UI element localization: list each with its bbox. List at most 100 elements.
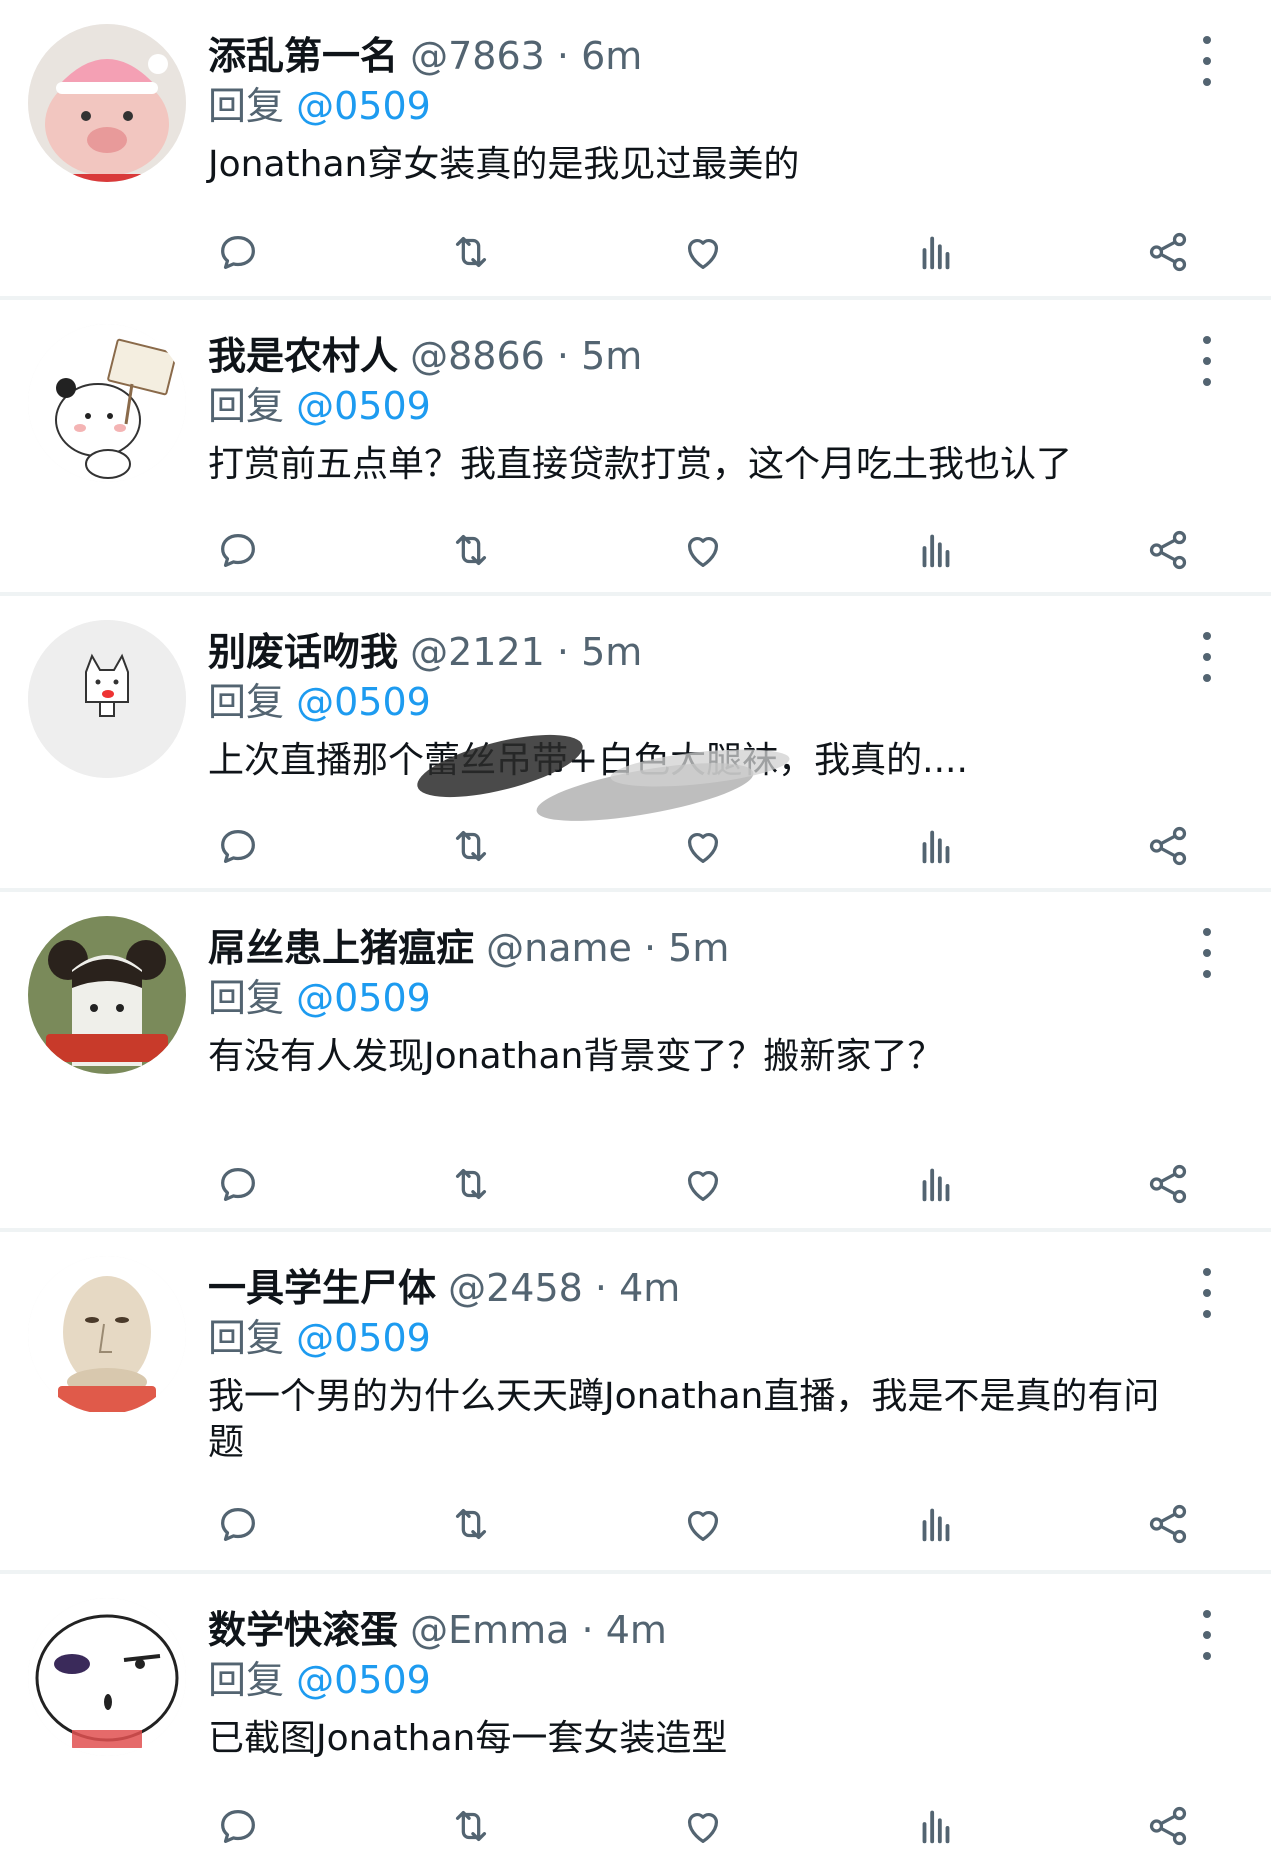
more-options-icon[interactable] [1197, 632, 1217, 682]
display-name[interactable]: 添乱第一名 [208, 34, 398, 78]
reply-mention-link[interactable]: @0509 [296, 1316, 431, 1360]
more-options-icon[interactable] [1197, 336, 1217, 386]
retweet-button[interactable] [441, 816, 501, 876]
avatar[interactable] [28, 24, 186, 182]
tweet-header: 添乱第一名 @7863 · 6m [208, 0, 1191, 78]
reply-label: 回复 [208, 84, 285, 128]
retweet-button[interactable] [441, 520, 501, 580]
reply-tweet[interactable]: 屌丝患上猪瘟症 @name · 5m 回复 @0509 有没有人发现Jonath… [0, 892, 1271, 1228]
reply-icon [221, 1167, 255, 1201]
timestamp[interactable]: 5m [581, 630, 642, 674]
user-handle[interactable]: @7863 [410, 34, 545, 78]
views-button[interactable] [906, 222, 966, 282]
views-button[interactable] [906, 1154, 966, 1214]
reply-button[interactable] [208, 1154, 268, 1214]
reply-button[interactable] [208, 1494, 268, 1554]
display-name[interactable]: 一具学生尸体 [208, 1266, 436, 1310]
views-button[interactable] [906, 1796, 966, 1856]
separator-dot: · [581, 1608, 594, 1652]
views-button[interactable] [906, 520, 966, 580]
user-handle[interactable]: @2458 [448, 1266, 583, 1310]
reply-tweet[interactable]: 一具学生尸体 @2458 · 4m 回复 @0509 我一个男的为什么天天蹲Jo… [0, 1232, 1271, 1570]
avatar[interactable] [28, 620, 186, 778]
tweet-header: 一具学生尸体 @2458 · 4m [208, 1232, 1191, 1310]
share-button[interactable] [1138, 520, 1198, 580]
like-button[interactable] [673, 816, 733, 876]
reply-label: 回复 [208, 384, 285, 428]
user-handle[interactable]: @Emma [410, 1608, 569, 1652]
more-options-icon[interactable] [1197, 928, 1217, 978]
tweet-header: 别废话吻我 @2121 · 5m [208, 596, 1191, 674]
reply-icon [221, 1809, 255, 1843]
like-button[interactable] [673, 1796, 733, 1856]
share-button[interactable] [1138, 816, 1198, 876]
separator-dot: · [594, 1266, 608, 1310]
views-button[interactable] [906, 1494, 966, 1554]
avatar[interactable] [28, 1256, 186, 1414]
share-button[interactable] [1138, 222, 1198, 282]
avatar[interactable] [28, 324, 186, 482]
separator-dot: · [643, 926, 657, 970]
reply-mention-link[interactable]: @0509 [296, 680, 431, 724]
like-button[interactable] [673, 222, 733, 282]
display-name[interactable]: 屌丝患上猪瘟症 [208, 926, 474, 970]
reply-tweet[interactable]: 添乱第一名 @7863 · 6m 回复 @0509 Jonathan穿女装真的是… [0, 0, 1271, 296]
reply-button[interactable] [208, 520, 268, 580]
timestamp[interactable]: 4m [619, 1266, 680, 1310]
action-bar [208, 1494, 1198, 1554]
like-icon [687, 1510, 719, 1541]
tweet-header: 数学快滚蛋 @Emma · 4m [208, 1574, 1191, 1652]
user-handle[interactable]: @8866 [410, 334, 545, 378]
reply-mention-link[interactable]: @0509 [296, 1658, 431, 1702]
user-handle[interactable]: @name [486, 926, 632, 970]
reply-mention-link[interactable]: @0509 [296, 384, 431, 428]
reply-label: 回复 [208, 1658, 285, 1702]
retweet-button[interactable] [441, 1796, 501, 1856]
tweet-text: 上次直播那个蕾丝吊带+白色大腿袜，我真的.... [208, 740, 968, 781]
views-button[interactable] [906, 816, 966, 876]
replying-to: 回复 @0509 [208, 384, 1191, 428]
share-button[interactable] [1138, 1796, 1198, 1856]
reply-tweet[interactable]: 我是农村人 @8866 · 5m 回复 @0509 打赏前五点单？我直接贷款打赏… [0, 300, 1271, 592]
reply-mention-link[interactable]: @0509 [296, 84, 431, 128]
timestamp[interactable]: 6m [581, 34, 642, 78]
replying-to: 回复 @0509 [208, 680, 1191, 724]
reply-tweet[interactable]: 别废话吻我 @2121 · 5m 回复 @0509 上次直播那个蕾丝吊带+白色大… [0, 596, 1271, 888]
avatar[interactable] [28, 1598, 186, 1756]
separator-dot: · [556, 34, 570, 78]
display-name[interactable]: 别废话吻我 [208, 630, 398, 674]
reply-icon [221, 235, 255, 269]
retweet-button[interactable] [441, 222, 501, 282]
more-options-icon[interactable] [1197, 1268, 1217, 1318]
reply-button[interactable] [208, 222, 268, 282]
more-options-icon[interactable] [1197, 1610, 1217, 1660]
like-button[interactable] [673, 1494, 733, 1554]
like-button[interactable] [673, 1154, 733, 1214]
action-bar [208, 222, 1198, 282]
reply-button[interactable] [208, 1796, 268, 1856]
share-icon [1149, 1164, 1187, 1204]
timestamp[interactable]: 5m [581, 334, 642, 378]
display-name[interactable]: 数学快滚蛋 [208, 1608, 398, 1652]
timestamp[interactable]: 5m [668, 926, 729, 970]
display-name[interactable]: 我是农村人 [208, 334, 398, 378]
timestamp[interactable]: 4m [606, 1608, 667, 1652]
views-icon [922, 830, 949, 864]
views-icon [922, 1168, 949, 1202]
avatar[interactable] [28, 916, 186, 1074]
reply-button[interactable] [208, 816, 268, 876]
share-icon [1149, 1504, 1187, 1544]
retweet-icon [455, 236, 486, 268]
reply-tweet[interactable]: 数学快滚蛋 @Emma · 4m 回复 @0509 已截图Jonathan每一套… [0, 1574, 1271, 1864]
share-button[interactable] [1138, 1154, 1198, 1214]
retweet-icon [455, 534, 486, 566]
retweet-button[interactable] [441, 1494, 501, 1554]
reply-mention-link[interactable]: @0509 [296, 976, 431, 1020]
reply-label: 回复 [208, 1316, 285, 1360]
user-handle[interactable]: @2121 [410, 630, 545, 674]
views-icon [922, 534, 949, 568]
more-options-icon[interactable] [1197, 36, 1217, 86]
like-button[interactable] [673, 520, 733, 580]
share-button[interactable] [1138, 1494, 1198, 1554]
retweet-button[interactable] [441, 1154, 501, 1214]
